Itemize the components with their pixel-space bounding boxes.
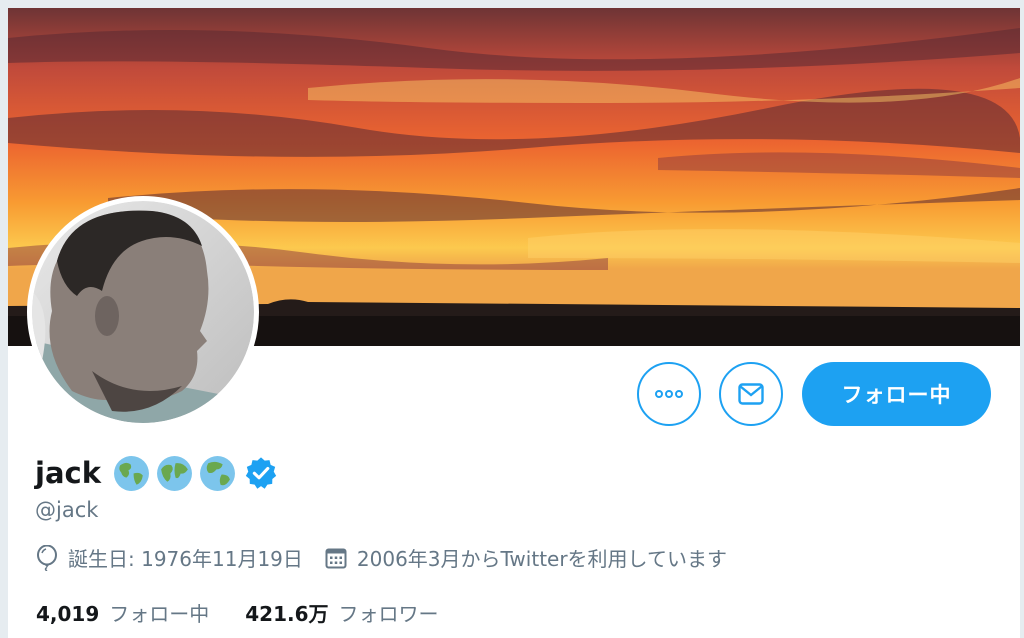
following-count: 4,019 <box>36 602 100 626</box>
profile-meta: 誕生日: 1976年11月19日 2006年3月からTwitterを利用していま… <box>36 543 749 572</box>
more-options-button[interactable] <box>637 362 701 426</box>
following-stat[interactable]: 4,019 フォロー中 <box>36 598 209 627</box>
avatar-photo <box>32 201 254 423</box>
verified-badge-icon <box>245 457 277 489</box>
more-icon <box>655 390 683 398</box>
joined-item: 2006年3月からTwitterを利用しています <box>325 543 727 572</box>
joined-text: 2006年3月からTwitterを利用しています <box>356 547 727 571</box>
page-frame-left <box>0 0 8 638</box>
following-label: フォロー中 <box>109 602 210 626</box>
balloon-icon <box>37 544 57 571</box>
following-button[interactable]: フォロー中 <box>802 362 991 426</box>
page-frame-top <box>0 0 1024 8</box>
profile-name: jack <box>35 456 101 490</box>
birthday-item: 誕生日: 1976年11月19日 <box>36 543 303 572</box>
globe-emoji-icon <box>157 455 192 491</box>
page-frame-right <box>1020 0 1024 638</box>
profile-handle: @jack <box>35 498 99 522</box>
profile-avatar[interactable] <box>27 196 259 428</box>
message-button[interactable] <box>719 362 783 426</box>
globe-emoji-icon <box>114 455 149 491</box>
mail-icon <box>738 383 764 405</box>
followers-label: フォロワー <box>338 602 439 626</box>
followers-count: 421.6万 <box>245 602 329 626</box>
profile-stats: 4,019 フォロー中 421.6万 フォロワー <box>36 598 475 627</box>
profile-name-row: jack <box>35 452 278 494</box>
followers-stat[interactable]: 421.6万 フォロワー <box>245 598 438 627</box>
birthday-text: 誕生日: 1976年11月19日 <box>68 547 303 571</box>
globe-emoji-icon <box>200 455 235 491</box>
calendar-icon <box>325 548 347 568</box>
